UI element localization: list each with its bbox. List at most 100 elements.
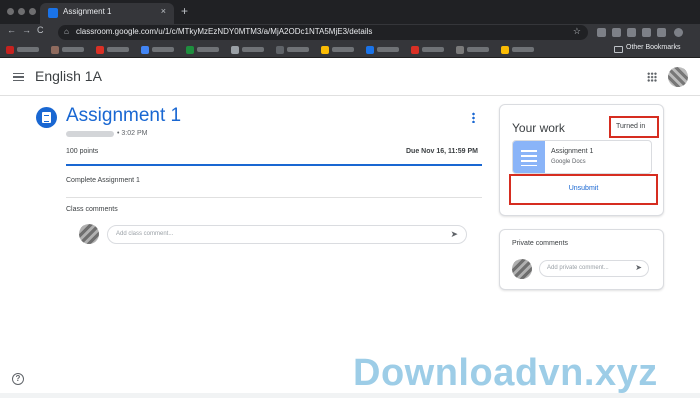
- window-close-dot[interactable]: [7, 8, 14, 15]
- bookmark-favicon-icon: [6, 45, 14, 54]
- tab-close-icon[interactable]: ×: [161, 6, 166, 16]
- bookmark-item[interactable]: [366, 45, 399, 54]
- bookmark-item[interactable]: [276, 45, 309, 54]
- class-comment-input[interactable]: Add class comment... ➤: [107, 225, 467, 244]
- bookmark-star-icon[interactable]: ☆: [573, 26, 581, 37]
- bookmark-label: [242, 47, 264, 52]
- posted-time: • 3:02 PM: [117, 130, 148, 137]
- class-comment-placeholder: Add class comment...: [116, 231, 174, 237]
- your-work-title: Your work: [512, 121, 565, 135]
- bookmark-item[interactable]: [141, 45, 174, 54]
- send-icon[interactable]: ➤: [450, 229, 458, 240]
- bookmark-item[interactable]: [456, 45, 489, 54]
- google-docs-icon: [513, 141, 545, 173]
- bookmark-label: [17, 47, 39, 52]
- window-zoom-dot[interactable]: [29, 8, 36, 15]
- assignment-icon: [36, 107, 57, 128]
- classroom-favicon-icon: [48, 8, 58, 18]
- bookmark-label: [107, 47, 129, 52]
- avatar[interactable]: [668, 67, 688, 87]
- page-title: Assignment 1: [66, 105, 182, 126]
- private-comments-title: Private comments: [512, 240, 569, 247]
- bookmark-item[interactable]: [501, 45, 534, 54]
- bookmark-label: [377, 47, 399, 52]
- reload-icon[interactable]: C: [37, 25, 44, 35]
- instructions: Complete Assignment 1: [66, 177, 140, 184]
- back-icon[interactable]: ←: [7, 25, 16, 35]
- bookmark-item[interactable]: [231, 45, 264, 54]
- turned-in-highlight: Turned in: [609, 116, 659, 138]
- bookmark-favicon-icon: [276, 45, 284, 54]
- other-bookmarks[interactable]: Other Bookmarks: [626, 44, 680, 51]
- points: 100 points: [66, 148, 99, 155]
- bookmark-favicon-icon: [186, 45, 194, 54]
- attachment-type: Google Docs: [551, 159, 586, 165]
- profile-avatar-icon[interactable]: [674, 28, 683, 37]
- class-comments-label: Class comments: [66, 206, 118, 213]
- attachment-title: Assignment 1: [551, 148, 594, 155]
- bookmark-favicon-icon: [51, 45, 59, 54]
- status-badge: Turned in: [616, 123, 646, 130]
- forward-icon[interactable]: →: [22, 25, 31, 35]
- bookmarks-bar: Other Bookmarks: [0, 41, 700, 58]
- classroom-header: English 1A: [0, 58, 700, 96]
- window-minimize-dot[interactable]: [18, 8, 25, 15]
- bookmark-label: [332, 47, 354, 52]
- your-work-card: Your work Turned in Assignment 1 Google …: [499, 104, 664, 216]
- bookmark-label: [197, 47, 219, 52]
- avatar: [79, 224, 99, 244]
- author-name: [66, 131, 114, 137]
- bookmark-item[interactable]: [186, 45, 219, 54]
- class-name[interactable]: English 1A: [35, 68, 102, 84]
- private-comments-card: Private comments Add private comment... …: [499, 229, 664, 290]
- bookmark-favicon-icon: [231, 45, 239, 54]
- extension-icon[interactable]: [597, 28, 606, 37]
- avatar: [512, 259, 532, 279]
- bookmark-label: [287, 47, 309, 52]
- browser-toolbar: ← → C ⌂ classroom.google.com/u/1/c/MTkyM…: [0, 24, 700, 41]
- tab-title: Assignment 1: [63, 7, 112, 16]
- more-options-icon[interactable]: [472, 112, 475, 123]
- browser-tab[interactable]: Assignment 1 ×: [40, 3, 174, 24]
- extension-icon[interactable]: [627, 28, 636, 37]
- address-bar[interactable]: ⌂ classroom.google.com/u/1/c/MTkyMzEzNDY…: [58, 25, 588, 40]
- unsubmit-button[interactable]: Unsubmit: [511, 185, 656, 192]
- browser-tab-bar: Assignment 1 × +: [0, 0, 700, 24]
- help-icon[interactable]: ?: [12, 373, 24, 385]
- watermark: Downloadvn.xyz: [353, 352, 658, 394]
- private-comment-input[interactable]: Add private comment... ➤: [539, 260, 649, 277]
- bookmark-item[interactable]: [411, 45, 444, 54]
- extension-icon[interactable]: [657, 28, 666, 37]
- divider: [66, 197, 482, 198]
- bookmark-favicon-icon: [501, 45, 509, 54]
- bookmark-label: [467, 47, 489, 52]
- bookmark-label: [512, 47, 534, 52]
- bookmark-favicon-icon: [321, 45, 329, 54]
- folder-icon: [614, 46, 623, 53]
- bookmark-favicon-icon: [411, 45, 419, 54]
- unsubmit-highlight: Unsubmit: [509, 174, 658, 205]
- bookmark-item[interactable]: [321, 45, 354, 54]
- bottom-bar: [0, 393, 700, 398]
- menu-icon[interactable]: [13, 73, 24, 81]
- extension-icon[interactable]: [612, 28, 621, 37]
- new-tab-button[interactable]: +: [181, 4, 188, 18]
- bookmark-favicon-icon: [96, 45, 104, 54]
- bookmark-item[interactable]: [96, 45, 129, 54]
- bookmark-favicon-icon: [456, 45, 464, 54]
- lock-icon: ⌂: [64, 27, 69, 36]
- bookmark-label: [62, 47, 84, 52]
- extension-icon[interactable]: [642, 28, 651, 37]
- bookmark-label: [422, 47, 444, 52]
- divider: [66, 164, 482, 166]
- attachment-card[interactable]: Assignment 1 Google Docs: [512, 140, 652, 174]
- url-text[interactable]: classroom.google.com/u/1/c/MTkyMzEzNDY0M…: [76, 27, 372, 36]
- bookmark-item[interactable]: [6, 45, 39, 54]
- send-icon[interactable]: ➤: [635, 263, 642, 272]
- apps-grid-icon[interactable]: [647, 72, 657, 82]
- bookmark-favicon-icon: [141, 45, 149, 54]
- bookmark-label: [152, 47, 174, 52]
- private-comment-placeholder: Add private comment...: [547, 265, 609, 271]
- bookmark-favicon-icon: [366, 45, 374, 54]
- bookmark-item[interactable]: [51, 45, 84, 54]
